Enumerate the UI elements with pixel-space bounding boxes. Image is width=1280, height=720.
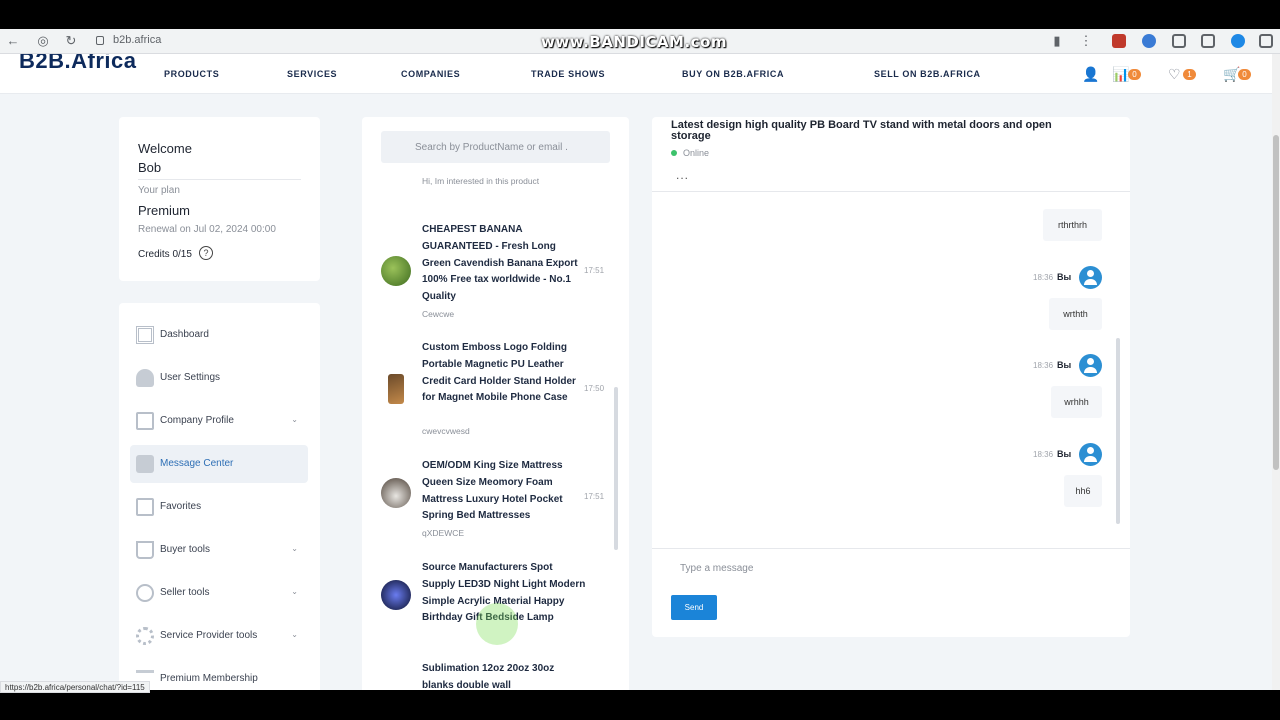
message-sender: Вы <box>1057 272 1072 282</box>
chat-list-item[interactable]: CHEAPEST BANANA GUARANTEED - Fresh Long … <box>381 222 606 322</box>
recorder-watermark: www.BANDICAM.com <box>541 33 728 51</box>
sidebar-item-company-profile[interactable]: Company Profile ⌄ <box>130 402 308 440</box>
cart-count-badge: 0 <box>1238 69 1251 80</box>
site-header: B2B.Africa PRODUCTS SERVICES COMPANIES T… <box>0 54 1272 94</box>
bookmark-icon[interactable]: ▮ <box>1048 33 1066 49</box>
sidebar-item-favorites[interactable]: Favorites <box>130 488 308 526</box>
message-time: 18:36 <box>1033 361 1054 370</box>
message-time: 18:36 <box>1033 450 1054 459</box>
sidebar-item-buyer-tools[interactable]: Buyer tools ⌄ <box>130 531 308 569</box>
basket-icon <box>136 541 154 559</box>
credits-count: Credits 0/15 <box>138 249 192 260</box>
messages-scrollbar[interactable] <box>1116 338 1120 524</box>
favorites-count-badge: 1 <box>1183 69 1196 80</box>
product-avatar <box>381 580 411 610</box>
plan-name: Premium <box>138 203 191 218</box>
message-bubble: wrthth <box>1049 298 1102 330</box>
help-icon[interactable]: ? <box>199 246 213 260</box>
menu-companies[interactable]: COMPANIES <box>401 69 460 79</box>
divider <box>652 548 1130 549</box>
extension-icon[interactable] <box>1201 34 1215 48</box>
message-time: 18:36 <box>1033 273 1054 282</box>
chat-window: Latest design high quality PB Board TV s… <box>652 117 1130 637</box>
chevron-down-icon: ⌄ <box>291 544 298 553</box>
message-sender: Вы <box>1057 449 1072 459</box>
hand-icon <box>136 584 154 602</box>
chevron-down-icon: ⌄ <box>291 415 298 424</box>
compare-count-badge: 0 <box>1128 69 1141 80</box>
chat-list-item[interactable]: OEM/ODM King Size Mattress Queen Size Me… <box>381 458 606 548</box>
sidebar-item-dashboard[interactable]: Dashboard <box>130 316 308 354</box>
users-icon <box>136 369 154 387</box>
bookmark-icon <box>136 498 154 516</box>
menu-buy[interactable]: BUY ON B2B.AFRICA <box>682 69 784 79</box>
address-bar[interactable]: b2b.africa <box>113 34 161 46</box>
plan-label: Your plan <box>138 185 180 196</box>
menu-sell[interactable]: SELL ON B2B.AFRICA <box>874 69 981 79</box>
mouse-cursor-highlight <box>476 603 518 645</box>
message-sender: Вы <box>1057 360 1072 370</box>
screen-top-bar <box>0 0 1280 29</box>
menu-dots-icon[interactable]: ⋮ <box>1077 33 1095 49</box>
chat-search-input[interactable]: Search by ProductName or email . <box>381 131 610 163</box>
chat-list-item[interactable]: Custom Emboss Logo Folding Portable Magn… <box>381 340 606 440</box>
divider <box>652 191 1130 192</box>
sidebar-item-message-center[interactable]: Message Center <box>130 445 308 483</box>
product-avatar <box>381 256 411 286</box>
online-status: Online <box>671 148 709 158</box>
heart-icon[interactable]: ♡ <box>1168 66 1181 83</box>
message-input[interactable]: Type a message <box>680 563 753 574</box>
sidebar-item-user-settings[interactable]: User Settings <box>130 359 308 397</box>
send-button[interactable]: Send <box>671 595 717 620</box>
sidebar-item-service-provider-tools[interactable]: Service Provider tools ⌄ <box>130 617 308 655</box>
message-bubble: rthrthrh <box>1043 209 1102 241</box>
reload-icon[interactable]: ↻ <box>62 33 80 49</box>
download-icon[interactable] <box>1259 34 1273 48</box>
product-avatar <box>388 374 404 404</box>
chat-icon <box>136 455 154 473</box>
page: B2B.Africa PRODUCTS SERVICES COMPANIES T… <box>0 54 1272 690</box>
extension-icon[interactable] <box>1112 34 1126 48</box>
message-bubble: hh6 <box>1064 475 1102 507</box>
chat-list-scrollbar[interactable] <box>614 387 618 550</box>
message-bubble: wrhhh <box>1051 386 1102 418</box>
chevron-down-icon: ⌄ <box>291 587 298 596</box>
shield-icon[interactable] <box>1172 34 1186 48</box>
lock-icon <box>96 36 104 45</box>
user-avatar <box>1079 354 1102 377</box>
forward-icon[interactable]: ◎ <box>34 33 52 49</box>
renewal-date: Renewal on Jul 02, 2024 00:00 <box>138 224 276 235</box>
user-avatar <box>1079 443 1102 466</box>
sidebar-item-premium-membership[interactable]: Premium Membership <box>130 660 308 690</box>
page-scrollbar-thumb[interactable] <box>1273 135 1279 470</box>
more-options-icon[interactable]: ... <box>676 168 689 182</box>
extension-icon[interactable] <box>1142 34 1156 48</box>
gear-icon <box>136 627 154 645</box>
chat-list-item[interactable]: Sublimation 12oz 20oz 30oz blanks double… <box>381 661 606 690</box>
welcome-text: Welcome Bob <box>138 141 192 175</box>
user-icon[interactable]: 👤 <box>1082 66 1099 83</box>
back-icon[interactable]: ← <box>4 33 22 49</box>
menu-services[interactable]: SERVICES <box>287 69 337 79</box>
user-avatar <box>1079 266 1102 289</box>
dashboard-icon <box>136 326 154 344</box>
menu-trade-shows[interactable]: TRADE SHOWS <box>531 69 605 79</box>
divider <box>138 179 301 180</box>
chat-title: Latest design high quality PB Board TV s… <box>671 119 1052 142</box>
chat-preview-text: Hi, Im interested in this product <box>422 176 540 186</box>
product-avatar <box>381 478 411 508</box>
sidebar-item-seller-tools[interactable]: Seller tools ⌄ <box>130 574 308 612</box>
link-status-bar: https://b2b.africa/personal/chat/?id=115 <box>0 681 150 693</box>
menu-products[interactable]: PRODUCTS <box>164 69 219 79</box>
chevron-down-icon: ⌄ <box>291 630 298 639</box>
site-logo[interactable]: B2B.Africa <box>19 54 137 74</box>
clipboard-icon <box>136 412 154 430</box>
extension-icon[interactable] <box>1231 34 1245 48</box>
account-card: Welcome Bob Your plan Premium Renewal on… <box>119 117 320 281</box>
sidebar: Dashboard User Settings Company Profile … <box>119 303 320 690</box>
compare-icon[interactable]: 📊 <box>1112 66 1129 83</box>
